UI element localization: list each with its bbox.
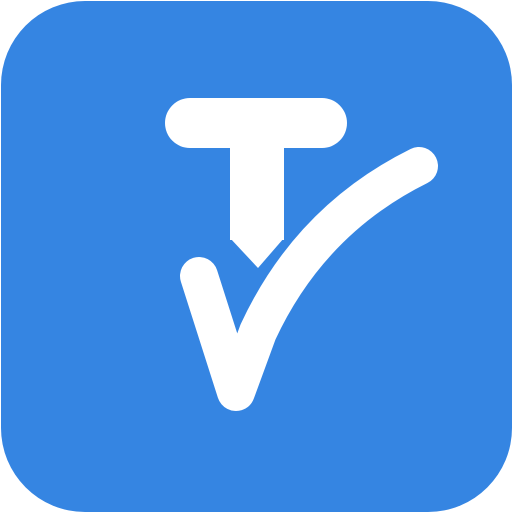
- app-icon: [0, 0, 513, 513]
- app-icon-graphic: [1, 1, 512, 512]
